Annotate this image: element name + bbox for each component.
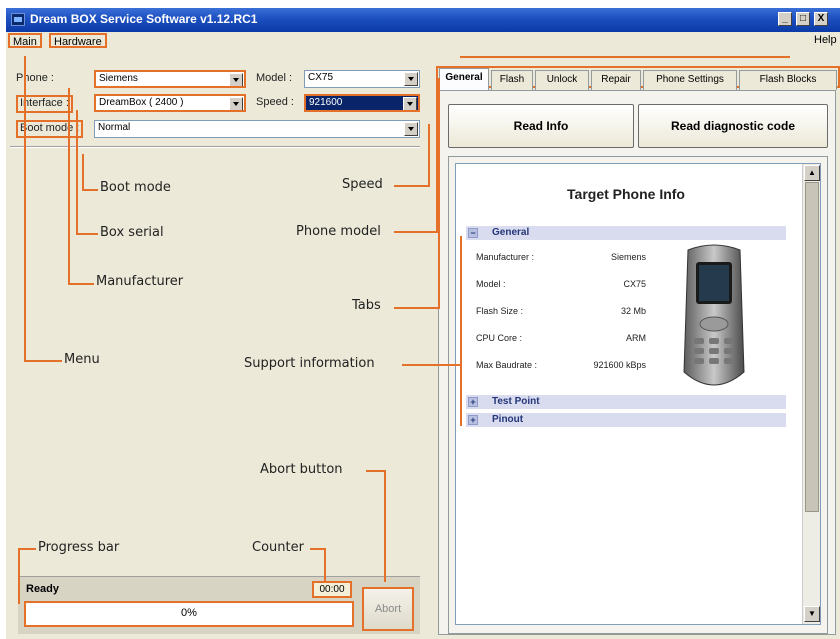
info-title: Target Phone Info: [567, 186, 685, 202]
collapse-icon[interactable]: −: [468, 228, 478, 238]
chevron-down-icon[interactable]: [403, 97, 417, 110]
section-test-point-label: Test Point: [492, 396, 540, 407]
title-bar: Dream BOX Service Software v1.12.RC1 _ □…: [6, 8, 840, 32]
maximize-button[interactable]: □: [796, 12, 810, 26]
interface-label: Interface :: [16, 95, 73, 113]
tab-unlock[interactable]: Unlock: [535, 70, 589, 90]
progress-bar: 0%: [24, 601, 354, 627]
counter: 00:00: [312, 581, 352, 598]
model-select[interactable]: CX75: [304, 70, 420, 88]
phone-select[interactable]: Siemens: [94, 70, 246, 88]
info-key: Max Baudrate :: [476, 360, 538, 370]
app-icon: [11, 13, 25, 26]
chevron-down-icon[interactable]: [404, 122, 418, 136]
section-test-point[interactable]: + Test Point: [466, 395, 786, 409]
status-text: Ready: [26, 583, 60, 595]
scroll-down-icon[interactable]: ▼: [804, 606, 820, 622]
info-value: ARM: [626, 333, 646, 343]
speed-select[interactable]: 921600: [304, 94, 420, 112]
menu-main[interactable]: Main: [8, 33, 42, 48]
tab-strip: General Flash Unlock Repair Phone Settin…: [436, 66, 840, 90]
model-label: Model :: [256, 72, 293, 84]
interface-select-value: DreamBox ( 2400 ): [99, 97, 184, 108]
divider: [10, 146, 420, 148]
bootmode-label: Boot mode :: [16, 120, 84, 138]
section-general-label: General: [492, 227, 530, 238]
menu-hardware[interactable]: Hardware: [49, 33, 107, 48]
expand-icon[interactable]: +: [468, 415, 478, 425]
app-window: Dream BOX Service Software v1.12.RC1 _ □…: [6, 8, 840, 639]
tab-repair[interactable]: Repair: [591, 70, 641, 90]
phone-label: Phone :: [16, 72, 54, 84]
section-general[interactable]: − General: [466, 226, 786, 240]
scroll-thumb[interactable]: [805, 182, 819, 512]
chevron-down-icon[interactable]: [229, 73, 243, 86]
info-value: 921600 kBps: [593, 360, 646, 370]
interface-select[interactable]: DreamBox ( 2400 ): [94, 94, 246, 112]
minimize-button[interactable]: _: [778, 12, 792, 26]
info-value: Siemens: [610, 252, 646, 262]
menu-bar: Main Hardware Help: [6, 32, 840, 50]
speed-select-value: 921600: [309, 97, 343, 108]
phone-image: [683, 244, 745, 386]
bootmode-select-value: Normal: [98, 122, 131, 133]
section-pinout[interactable]: + Pinout: [466, 413, 786, 427]
expand-icon[interactable]: +: [468, 397, 478, 407]
progress-label: 0%: [181, 607, 197, 619]
scroll-up-icon[interactable]: ▲: [804, 165, 820, 181]
tab-flash-blocks[interactable]: Flash Blocks: [739, 70, 837, 90]
read-info-button[interactable]: Read Info: [448, 104, 634, 148]
info-panel: Target Phone Info − General Manufacturer…: [455, 163, 821, 625]
menu-help[interactable]: Help: [814, 34, 837, 46]
read-diagnostic-code-button[interactable]: Read diagnostic code: [638, 104, 828, 148]
info-key: Manufacturer :: [476, 252, 535, 262]
abort-button[interactable]: Abort: [362, 587, 414, 631]
section-pinout-label: Pinout: [492, 414, 524, 425]
info-panel-frame: Target Phone Info − General Manufacturer…: [448, 156, 828, 634]
window-title: Dream BOX Service Software v1.12.RC1: [30, 12, 258, 26]
chevron-down-icon[interactable]: [404, 72, 418, 86]
info-key: Flash Size :: [476, 306, 524, 316]
info-value: CX75: [623, 279, 646, 289]
tab-phone-settings[interactable]: Phone Settings: [643, 70, 737, 90]
info-key: CPU Core :: [476, 333, 523, 343]
bootmode-select[interactable]: Normal: [94, 120, 420, 138]
model-select-value: CX75: [308, 72, 334, 83]
info-key: Model :: [476, 279, 506, 289]
chevron-down-icon[interactable]: [229, 97, 243, 110]
tab-flash[interactable]: Flash: [491, 70, 533, 90]
tab-general[interactable]: General: [439, 68, 489, 90]
status-area: Ready 00:00 0% Abort: [18, 576, 420, 634]
speed-label: Speed :: [256, 96, 294, 108]
left-panel: Phone : Siemens Model : CX75 Interface :…: [6, 50, 424, 639]
close-button[interactable]: X: [814, 12, 828, 26]
info-scrollbar[interactable]: ▲ ▼: [802, 164, 820, 624]
phone-select-value: Siemens: [99, 73, 138, 84]
info-value: 32 Mb: [620, 306, 646, 316]
